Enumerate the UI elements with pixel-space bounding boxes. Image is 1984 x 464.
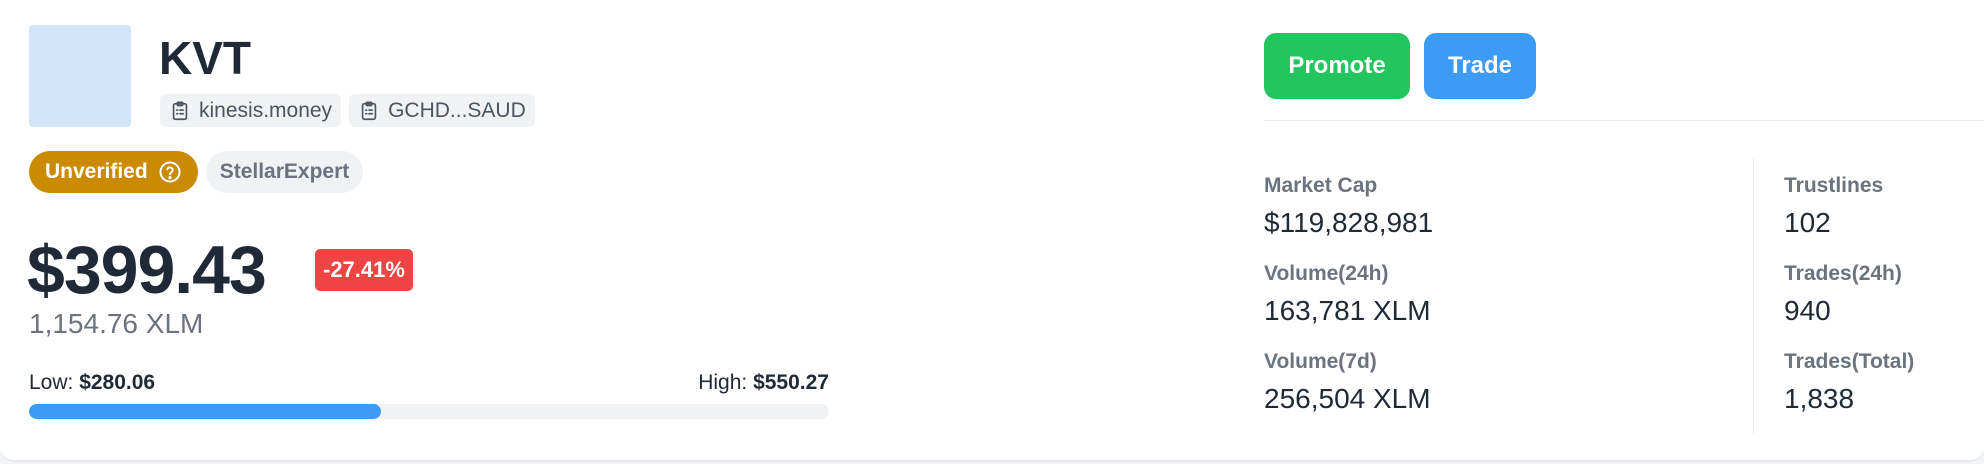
range-high-value: $550.27: [753, 371, 829, 394]
action-buttons: Promote Trade: [1264, 33, 1536, 99]
domain-text: kinesis.money: [199, 98, 333, 122]
stat-volume-7d: Volume(7d) 256,504 XLM: [1264, 349, 1431, 417]
help-circle-icon[interactable]: [158, 160, 182, 184]
stat-market-cap: Market Cap $119,828,981: [1264, 173, 1433, 241]
stat-value: 163,781 XLM: [1264, 295, 1431, 326]
price-range-fill: [29, 404, 381, 419]
stellarexpert-badge[interactable]: StellarExpert: [205, 151, 364, 193]
price-range-bar: [29, 404, 829, 419]
stat-volume-24h: Volume(24h) 163,781 XLM: [1264, 261, 1431, 329]
unverified-badge[interactable]: Unverified: [29, 151, 198, 193]
asset-logo: [29, 25, 131, 127]
asset-meta-chips: kinesis.money GCHD...SAUD: [160, 94, 535, 127]
unverified-label: Unverified: [45, 160, 148, 183]
trade-button[interactable]: Trade: [1424, 33, 1536, 99]
divider: [1753, 158, 1754, 434]
stat-value: 256,504 XLM: [1264, 383, 1431, 414]
asset-summary-card: KVT kinesis.money GCHD...SAUD Unverified…: [0, 0, 1984, 462]
asset-code: KVT: [159, 32, 251, 84]
range-low-value: $280.06: [79, 371, 156, 394]
status-badges: Unverified StellarExpert: [29, 151, 364, 193]
stat-label: Volume(24h): [1264, 262, 1389, 285]
stat-trades-24h: Trades(24h) 940: [1784, 261, 1902, 329]
range-high-label: High:: [698, 371, 748, 394]
stat-value: 940: [1784, 295, 1831, 326]
domain-chip[interactable]: kinesis.money: [160, 94, 342, 127]
stat-value: $119,828,981: [1264, 207, 1434, 238]
price-usd: $399.43: [27, 232, 267, 308]
range-low: Low: $280.06: [29, 369, 155, 397]
stat-label: Trades(Total): [1784, 350, 1915, 373]
price-change-badge: -27.41%: [315, 249, 413, 291]
divider: [1264, 120, 1984, 121]
issuer-chip[interactable]: GCHD...SAUD: [349, 94, 535, 127]
stat-trustlines: Trustlines 102: [1784, 173, 1883, 241]
stat-value: 102: [1784, 207, 1831, 238]
price-xlm: 1,154.76 XLM: [29, 308, 204, 339]
range-high: High: $550.27: [698, 369, 829, 397]
range-low-label: Low:: [29, 371, 74, 394]
stat-value: 1,838: [1784, 383, 1855, 414]
clipboard-icon: [358, 100, 380, 122]
clipboard-icon: [169, 100, 191, 122]
stat-label: Market Cap: [1264, 174, 1378, 197]
stat-label: Trades(24h): [1784, 262, 1902, 285]
promote-button[interactable]: Promote: [1264, 33, 1410, 99]
issuer-text: GCHD...SAUD: [388, 98, 526, 122]
stat-label: Volume(7d): [1264, 350, 1377, 373]
stat-label: Trustlines: [1784, 174, 1884, 197]
stat-trades-total: Trades(Total) 1,838: [1784, 349, 1914, 417]
